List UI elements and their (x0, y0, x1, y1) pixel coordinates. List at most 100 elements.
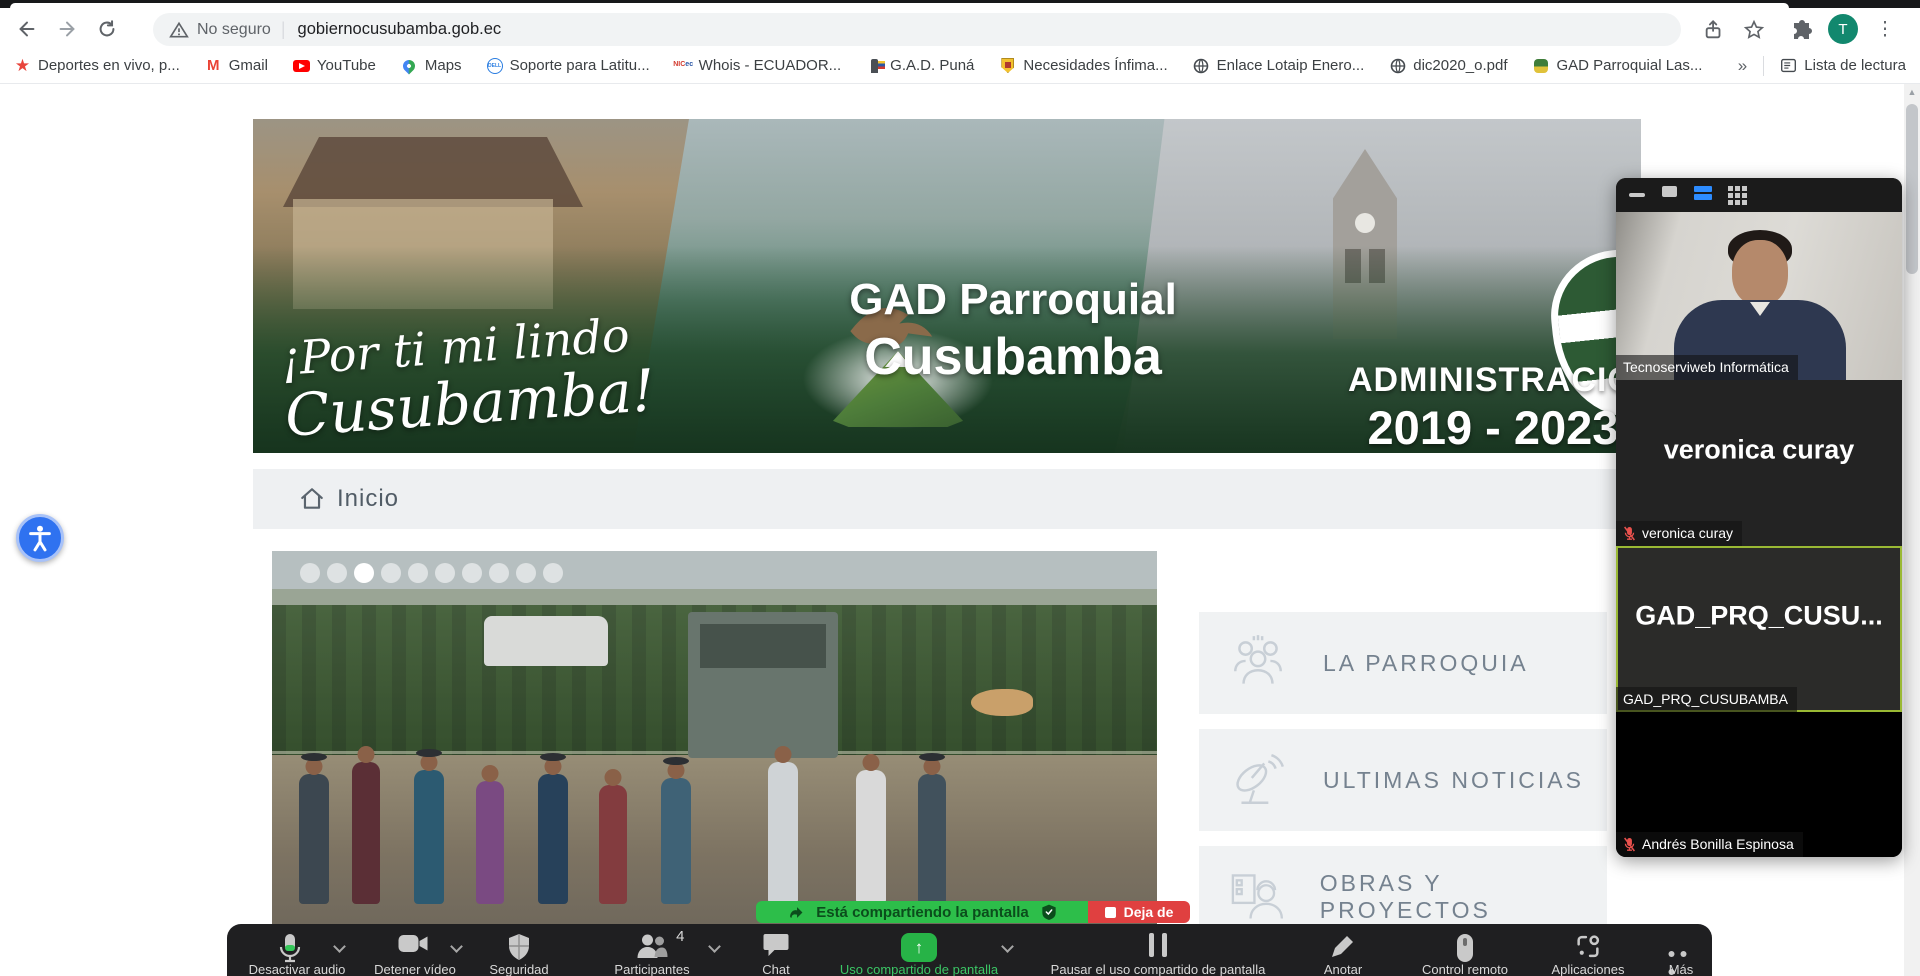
carousel-dot[interactable] (516, 563, 536, 583)
participant-face (1732, 240, 1788, 306)
photo-dog (971, 689, 1033, 716)
share-icon (1703, 19, 1725, 41)
apps-button[interactable] (1575, 933, 1602, 965)
menu-card-ultimas-noticias[interactable]: ULTIMAS NOTICIAS (1199, 729, 1607, 831)
site-icon (1533, 57, 1550, 74)
carousel-dot[interactable] (300, 563, 320, 583)
photo-person (599, 785, 627, 904)
participant-display-name: veronica curay (1616, 434, 1902, 465)
bookmark-youtube[interactable]: YouTube (293, 57, 376, 74)
forward-button[interactable] (50, 12, 84, 46)
participants-count-badge: 4 (676, 928, 684, 945)
back-button[interactable] (10, 12, 44, 46)
speaker-view-button[interactable] (1662, 186, 1677, 197)
gallery-view-button[interactable] (1728, 186, 1747, 205)
bookmark-star-button[interactable] (1740, 16, 1768, 44)
bookmark-label: Enlace Lotaip Enero... (1217, 57, 1365, 74)
share-screen-button[interactable]: ↑ (901, 933, 937, 962)
scrollbar-up-arrow[interactable]: ▲ (1904, 84, 1920, 100)
toolbar-label: Chat (762, 962, 789, 976)
bookmarks-divider (1763, 56, 1764, 76)
accessibility-widget-button[interactable] (16, 514, 64, 562)
participant-video-tile: Tecnoserviweb Informática (1616, 212, 1902, 380)
security-shield-icon (507, 933, 532, 961)
strip-view-button-active[interactable] (1694, 186, 1712, 192)
profile-avatar[interactable]: T (1828, 14, 1858, 44)
carousel-dot[interactable] (489, 563, 509, 583)
globe-icon (1389, 57, 1406, 74)
breadcrumb-home-link[interactable]: Inicio (337, 485, 399, 513)
menu-card-la-parroquia[interactable]: LA PARROQUIA (1199, 612, 1607, 714)
photo-person (538, 774, 568, 905)
bookmark-gad-puna[interactable]: G.A.D. Puná (866, 57, 974, 74)
participant-name: Andrés Bonilla Espinosa (1642, 836, 1794, 852)
carousel-dot[interactable] (543, 563, 563, 583)
carousel-dot[interactable] (327, 563, 347, 583)
home-icon (299, 486, 325, 512)
video-camera-icon (398, 933, 429, 954)
youtube-icon (293, 57, 310, 74)
participant-name-tag: veronica curay (1616, 521, 1742, 546)
chat-button[interactable] (763, 933, 790, 963)
reload-button[interactable] (90, 12, 124, 46)
carousel-dot[interactable] (381, 563, 401, 583)
bookmark-label: Soporte para Latitu... (510, 57, 650, 74)
satellite-dish-icon (1227, 749, 1289, 811)
page-scrollbar[interactable]: ▲ (1904, 84, 1920, 976)
site-banner: ¡Por ti mi lindo Cusubamba! GAD Parroqui… (253, 119, 1641, 453)
photo-person (476, 781, 504, 904)
globe-icon (1193, 57, 1210, 74)
minimize-button[interactable] (1628, 186, 1646, 204)
bookmark-deportes[interactable]: ★Deportes en vivo, p... (14, 57, 180, 74)
menu-card-label: LA PARROQUIA (1323, 650, 1529, 677)
scrollbar-thumb[interactable] (1906, 104, 1918, 274)
back-icon (16, 18, 38, 40)
bookmark-gad-parroquial[interactable]: GAD Parroquial Las... (1533, 57, 1703, 74)
bookmark-soporte[interactable]: DELLSoporte para Latitu... (487, 57, 650, 74)
stop-sharing-button[interactable]: Deja de (1088, 901, 1190, 923)
photo-person (768, 762, 798, 904)
administration-label: ADMINISTRACIÓN (1348, 361, 1638, 400)
carousel-dot-active[interactable] (354, 563, 374, 583)
reading-list-button[interactable]: Lista de lectura (1780, 57, 1906, 74)
construction-worker-icon (1227, 866, 1286, 928)
photo-person (299, 774, 329, 905)
bookmark-label: Necesidades Ínfima... (1023, 57, 1167, 74)
video-options-chevron[interactable] (450, 940, 463, 953)
menu-card-label: ULTIMAS NOTICIAS (1323, 767, 1584, 794)
monument-icon (866, 57, 883, 74)
carousel-dot[interactable] (462, 563, 482, 583)
bookmark-lotaip[interactable]: Enlace Lotaip Enero... (1193, 57, 1365, 74)
browser-menu-button[interactable]: ⋮ (1872, 14, 1898, 44)
share-options-chevron[interactable] (1001, 940, 1014, 953)
security-label[interactable]: No seguro (197, 21, 271, 39)
url-text[interactable]: gobiernocusubamba.gob.ec (298, 20, 502, 39)
carousel-dot[interactable] (435, 563, 455, 583)
shield-check-icon (1041, 904, 1057, 920)
toolbar-label: Aplicaciones (1552, 962, 1625, 976)
bookmark-dic2020[interactable]: dic2020_o.pdf (1389, 57, 1507, 74)
toolbar-label: Detener vídeo (374, 962, 456, 976)
photo-person (918, 774, 946, 905)
extensions-button[interactable] (1788, 16, 1816, 44)
bookmark-maps[interactable]: Maps (401, 57, 462, 74)
share-screen-icon: ↑ (901, 933, 937, 962)
participants-options-chevron[interactable] (708, 940, 721, 953)
address-bar[interactable]: No seguro | gobiernocusubamba.gob.ec (153, 13, 1681, 46)
pause-share-button[interactable] (1145, 933, 1171, 962)
bookmark-gmail[interactable]: MGmail (205, 57, 268, 74)
crest-icon (999, 57, 1016, 74)
share-page-button[interactable] (1700, 16, 1728, 44)
stop-video-button[interactable] (398, 933, 429, 959)
participants-button[interactable]: 4 (637, 933, 668, 964)
audio-options-chevron[interactable] (333, 940, 346, 953)
photo-person (352, 762, 380, 904)
participant-tile-active-speaker: GAD_PRQ_CUSU... GAD_PRQ_CUSUBAMBA (1616, 546, 1902, 712)
bookmarks-overflow-button[interactable]: » (1738, 56, 1747, 76)
bookmark-whois[interactable]: NICecWhois - ECUADOR... (675, 57, 842, 74)
annotate-button[interactable] (1330, 933, 1356, 964)
carousel-dot[interactable] (408, 563, 428, 583)
bookmark-necesidades[interactable]: Necesidades Ínfima... (999, 57, 1167, 74)
breadcrumb: Inicio (253, 469, 1641, 529)
administration-caption: ADMINISTRACIÓN 2019 - 2023 (1348, 361, 1638, 453)
